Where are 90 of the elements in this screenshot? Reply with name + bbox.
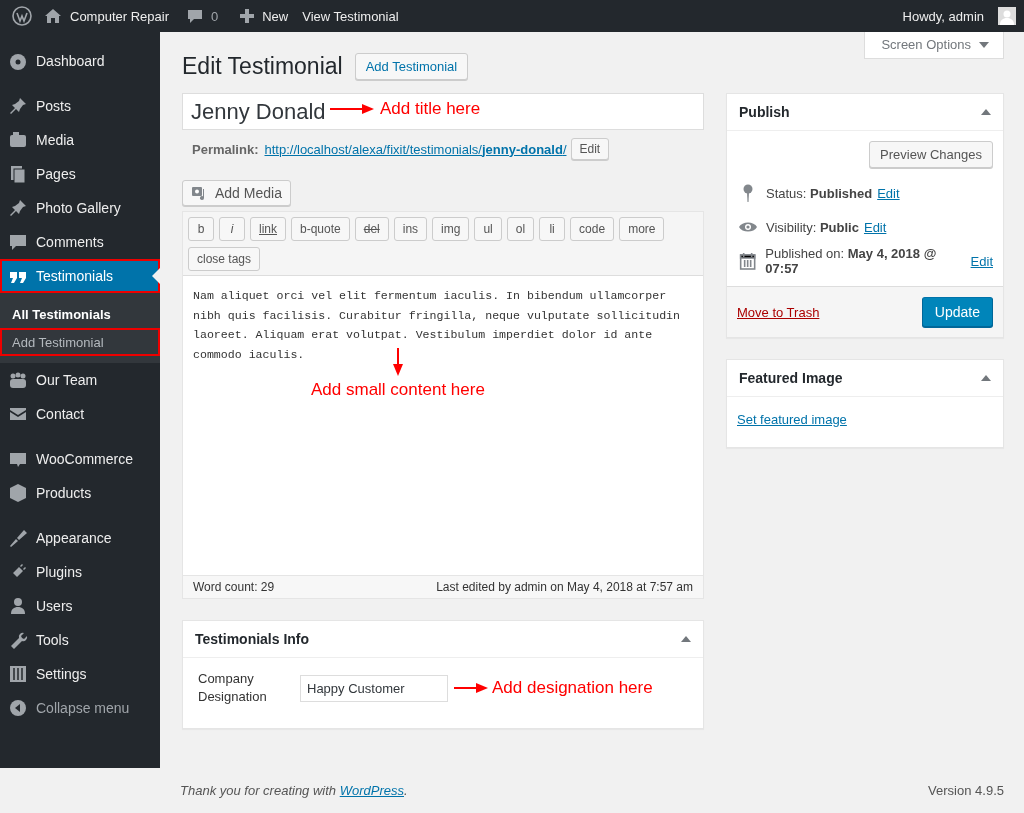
speech-bubble-icon[interactable]	[187, 8, 203, 24]
box-icon	[8, 483, 28, 503]
submenu-item[interactable]: Add Testimonial	[0, 328, 160, 356]
pages-icon	[8, 164, 28, 184]
toggle-arrow-icon[interactable]	[681, 636, 691, 642]
add-testimonial-button[interactable]: Add Testimonial	[354, 53, 469, 80]
format-button[interactable]: li	[539, 217, 566, 241]
annotation-text: Add title here	[380, 99, 481, 119]
preview-changes-button[interactable]: Preview Changes	[869, 141, 993, 168]
menu-item[interactable]: Dashboard	[0, 44, 160, 78]
format-button[interactable]: close tags	[188, 247, 261, 271]
collapse-icon	[8, 698, 28, 718]
eye-icon	[739, 221, 757, 233]
format-button[interactable]: img	[432, 217, 470, 241]
format-button[interactable]: b	[188, 217, 214, 241]
menu-item[interactable]: Collapse menu	[0, 691, 160, 725]
format-button[interactable]: more	[619, 217, 665, 241]
menu-item[interactable]: Products	[0, 476, 160, 510]
format-button[interactable]: ol	[506, 217, 535, 241]
add-media-button[interactable]: Add Media	[182, 180, 291, 206]
menu-item[interactable]: Posts	[0, 89, 160, 123]
set-featured-image-link[interactable]: Set featured image	[737, 412, 847, 427]
comment-count[interactable]: 0	[211, 8, 219, 24]
home-icon[interactable]	[44, 8, 62, 24]
submenu-item[interactable]: All Testimonials	[0, 300, 160, 328]
format-button[interactable]: b-quote	[291, 217, 350, 241]
edit-link[interactable]: Edit	[863, 219, 887, 235]
panel-title: Publish	[739, 104, 790, 120]
pushpin-icon	[8, 198, 28, 218]
menu-item[interactable]: Media	[0, 123, 160, 157]
speech-bubble-icon	[8, 232, 28, 252]
annotation-arrow	[392, 348, 403, 376]
word-count: Word count: 29	[193, 580, 275, 594]
menu-item[interactable]: Testimonials	[0, 259, 160, 293]
menu-item[interactable]: Photo Gallery	[0, 191, 160, 225]
wordpress-link[interactable]: WordPress	[339, 783, 404, 798]
permalink-label: Permalink:	[192, 141, 259, 157]
people-icon	[8, 370, 28, 390]
menu-item[interactable]: Tools	[0, 623, 160, 657]
wordpress-logo-icon[interactable]	[12, 6, 32, 26]
last-edited-text: Last edited by admin on May 4, 2018 at 7:57 am	[436, 580, 693, 594]
format-button[interactable]: i	[219, 217, 245, 241]
annotation-text: Add designation here	[492, 678, 653, 698]
field-label: Company Designation	[198, 670, 268, 706]
edit-permalink-button[interactable]: Edit	[570, 138, 610, 160]
calendar-icon	[739, 252, 757, 270]
edit-link[interactable]: Edit	[877, 185, 900, 201]
editor-text[interactable]: Nam aliquet orci vel elit fermentum iaculis. In bibendum ullamcorper nibh quis facilisis. Curabitur fringilla, neque vulputate sollicitudin laoreet. Aliquam erat volutpat. Vestibulum imperdiet dolor id ante commodo iaculis.	[183, 276, 703, 374]
annotation-arrow	[330, 104, 374, 114]
annotation-text: Add small content here	[311, 380, 485, 400]
menu-item[interactable]: WooCommerce	[0, 442, 160, 476]
menu-item[interactable]: Users	[0, 589, 160, 623]
paintbrush-icon	[8, 528, 28, 548]
menu-item[interactable]: Appearance	[0, 521, 160, 555]
format-button[interactable]: ins	[393, 217, 428, 241]
format-button[interactable]: code	[570, 217, 615, 241]
camera-icon	[8, 130, 28, 150]
panel-title: Featured Image	[739, 370, 843, 386]
update-button[interactable]: Update	[921, 297, 993, 327]
publish-info-text: Published on: May 4, 2018 @ 07:57	[765, 246, 938, 276]
format-button[interactable]: link	[250, 217, 286, 241]
toggle-arrow-icon[interactable]	[981, 375, 991, 381]
page-title: Edit Testimonial	[182, 53, 343, 80]
permalink-link[interactable]: http://localhost/alexa/fixit/testimonials/jenny-donald/	[264, 141, 567, 157]
greeting-link[interactable]: Howdy, admin	[902, 8, 984, 24]
pushpin-icon	[8, 96, 28, 116]
view-testimonial-link[interactable]: View Testimonial	[302, 8, 399, 24]
menu-item[interactable]: Our Team	[0, 363, 160, 397]
plus-icon[interactable]	[240, 9, 255, 23]
menu-item[interactable]: Settings	[0, 657, 160, 691]
version-text: Version 4.9.5	[928, 783, 1004, 798]
move-to-trash-link[interactable]: Move to Trash	[737, 304, 820, 320]
person-icon	[8, 596, 28, 616]
screen-options-tab[interactable]: Screen Options	[864, 32, 1004, 59]
site-name-link[interactable]: Computer Repair	[70, 8, 169, 24]
designation-field[interactable]: Happy Customer	[300, 674, 448, 702]
edit-link[interactable]: Edit	[970, 253, 993, 269]
format-button[interactable]: del	[354, 217, 389, 241]
annotation-arrow	[454, 683, 488, 693]
publish-info-text: Visibility: Public	[766, 219, 859, 235]
publish-info-text: Status: Published	[766, 185, 873, 201]
format-button[interactable]: ul	[474, 217, 502, 241]
menu-item[interactable]: Contact	[0, 397, 160, 431]
menu-item[interactable]: Plugins	[0, 555, 160, 589]
footer-text: Thank you for creating with WordPress.	[180, 783, 408, 798]
menu-item[interactable]: Pages	[0, 157, 160, 191]
toggle-arrow-icon[interactable]	[981, 109, 991, 115]
panel-title: Testimonials Info	[195, 631, 310, 647]
menu-item[interactable]: Comments	[0, 225, 160, 259]
new-link[interactable]: New	[262, 8, 289, 24]
